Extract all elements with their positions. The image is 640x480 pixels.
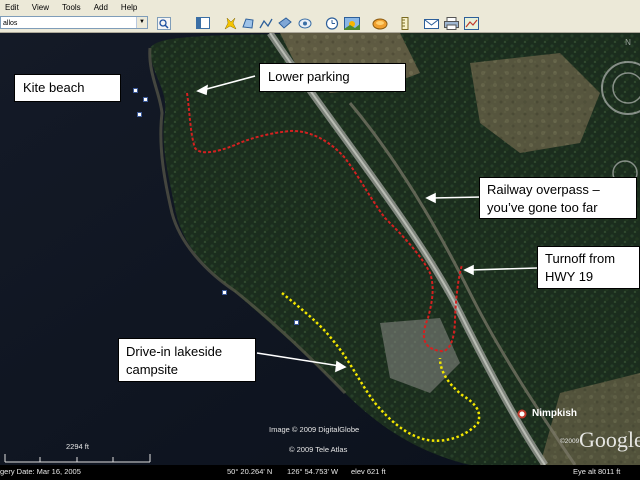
sunlight-icon xyxy=(344,16,360,30)
toolbar: allos ▼ xyxy=(0,15,640,33)
map-marker-icon[interactable] xyxy=(143,97,148,102)
eye-altitude-readout: Eye alt 8011 ft xyxy=(573,467,621,476)
callout-kite-beach-text: Kite beach xyxy=(23,80,85,95)
map-view[interactable]: N Kite beach Lower parking Railway overp… xyxy=(0,33,640,465)
callout-campsite-line1: Drive-in lakeside xyxy=(126,344,223,359)
overlay-icon xyxy=(278,16,292,29)
chevron-down-icon[interactable]: ▼ xyxy=(136,17,147,28)
sunlight-button[interactable] xyxy=(344,16,360,30)
sidebar-icon xyxy=(196,17,210,29)
callout-railway-line2: you’ve gone too far xyxy=(487,200,598,215)
callout-railway-line1: Railway overpass – xyxy=(487,182,600,197)
record-tour-icon xyxy=(298,18,312,28)
google-logo: Google xyxy=(579,427,640,452)
placemark-icon xyxy=(224,16,237,30)
add-overlay-button[interactable] xyxy=(277,16,293,30)
add-polygon-button[interactable] xyxy=(240,16,256,30)
sky-button[interactable] xyxy=(372,16,388,30)
add-path-button[interactable] xyxy=(258,16,274,30)
search-input[interactable]: allos ▼ xyxy=(0,16,148,29)
search-button[interactable] xyxy=(156,16,172,30)
search-input-value: allos xyxy=(3,20,18,27)
latitude-readout: 50° 20.264' N xyxy=(227,467,273,476)
callout-turnoff-line2: HWY 19 xyxy=(545,269,594,284)
historical-imagery-icon xyxy=(325,16,339,30)
callout-lower-parking-text: Lower parking xyxy=(268,69,350,84)
menu-bar: Edit View Tools Add Help xyxy=(0,0,640,15)
callout-campsite-line2: campsite xyxy=(126,362,179,377)
map-marker-icon[interactable] xyxy=(137,112,142,117)
email-icon xyxy=(423,18,439,29)
menu-add[interactable]: Add xyxy=(94,3,108,12)
elevation-readout: elev 621 ft xyxy=(351,467,386,476)
record-tour-button[interactable] xyxy=(297,16,313,30)
menu-view[interactable]: View xyxy=(32,3,49,12)
longitude-readout: 126° 54.753' W xyxy=(287,467,339,476)
sky-icon xyxy=(372,18,388,29)
callout-turnoff-line1: Turnoff from xyxy=(545,251,616,266)
imagery-date: gery Date: Mar 16, 2005 xyxy=(0,467,81,476)
map-marker-icon[interactable] xyxy=(222,290,227,295)
menu-tools[interactable]: Tools xyxy=(62,3,81,12)
nimpkish-marker-icon[interactable] xyxy=(517,409,527,419)
atlas-credit: © 2009 Tele Atlas xyxy=(289,445,348,454)
view-in-maps-button[interactable] xyxy=(463,16,479,30)
polygon-icon xyxy=(242,17,254,29)
place-label-nimpkish: Nimpkish xyxy=(532,408,578,419)
search-icon xyxy=(157,16,171,30)
callout-lower-parking: Lower parking xyxy=(259,63,406,92)
map-marker-icon[interactable] xyxy=(294,320,299,325)
image-credit: Image © 2009 DigitalGlobe xyxy=(269,425,360,434)
email-button[interactable] xyxy=(423,16,439,30)
svg-text:N: N xyxy=(625,38,631,47)
menu-help[interactable]: Help xyxy=(121,3,137,12)
ruler-icon xyxy=(401,16,409,30)
print-button[interactable] xyxy=(443,16,459,30)
add-placemark-button[interactable] xyxy=(222,16,238,30)
railway-arrow xyxy=(431,196,483,199)
scale-label: 2294 ft xyxy=(66,442,89,451)
ruler-button[interactable] xyxy=(397,16,413,30)
path-icon xyxy=(259,18,273,28)
print-icon xyxy=(443,16,459,30)
status-bar: gery Date: Mar 16, 2005 50° 20.264' N 12… xyxy=(0,465,640,480)
maps-icon xyxy=(463,16,479,30)
copyright-year: ©2009 xyxy=(560,438,580,445)
map-marker-icon[interactable] xyxy=(133,88,138,93)
sidebar-button[interactable] xyxy=(195,16,211,30)
historical-imagery-button[interactable] xyxy=(324,16,340,30)
callout-turnoff: Turnoff from HWY 19 xyxy=(537,246,640,289)
callout-campsite: Drive-in lakeside campsite xyxy=(118,338,256,382)
menu-edit[interactable]: Edit xyxy=(5,3,19,12)
callout-railway-overpass: Railway overpass – you’ve gone too far xyxy=(479,177,637,219)
callout-kite-beach: Kite beach xyxy=(14,74,121,102)
